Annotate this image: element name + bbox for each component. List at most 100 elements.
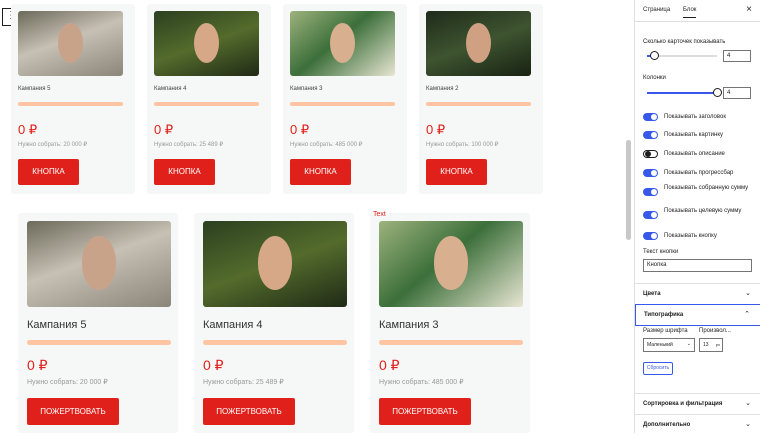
campaign-title: Кампания 3 bbox=[379, 319, 439, 331]
portrait-face bbox=[257, 236, 293, 290]
goal-amount: Нужно собрать: 20 000 ₽ bbox=[18, 142, 88, 148]
chevron-up-icon: ⌃ bbox=[744, 311, 750, 318]
sidebar-tabs: Страница Блок × bbox=[635, 0, 760, 22]
campaign-image bbox=[203, 221, 347, 307]
collected-amount: 0 ₽ bbox=[379, 357, 400, 373]
campaign-title: Кампания 2 bbox=[426, 86, 459, 92]
extra-section-title: Дополнительно bbox=[643, 422, 691, 428]
font-size-custom-input[interactable]: 13 px bbox=[699, 338, 723, 352]
donate-button[interactable]: ПОЖЕРТВОВАТЬ bbox=[27, 398, 119, 425]
campaign-button[interactable]: КНОПКА bbox=[426, 159, 487, 185]
toggle-label: Показывать картинку bbox=[664, 132, 724, 138]
collected-amount: 0 ₽ bbox=[154, 122, 174, 137]
toggle-switch[interactable] bbox=[643, 188, 658, 196]
portrait-face bbox=[329, 22, 356, 63]
goal-amount: Нужно собрать: 485 000 ₽ bbox=[379, 379, 464, 386]
campaign-card: Кампания 3 0 ₽ Нужно собрать: 485 000 ₽ КНО… bbox=[283, 4, 407, 194]
campaign-title: Кампания 4 bbox=[203, 319, 263, 331]
campaign-button[interactable]: КНОПКА bbox=[154, 159, 215, 185]
reset-button[interactable]: Сбросить bbox=[643, 362, 673, 375]
toggle-switch[interactable] bbox=[643, 150, 658, 158]
campaign-image bbox=[18, 11, 123, 76]
canvas-scrollbar[interactable] bbox=[626, 140, 631, 240]
toggle-switch[interactable] bbox=[643, 232, 658, 240]
button-text-input[interactable]: Кнопка bbox=[643, 259, 752, 272]
campaign-image bbox=[379, 221, 523, 307]
collected-amount: 0 ₽ bbox=[27, 357, 48, 373]
columns-label: Колонки bbox=[643, 75, 666, 81]
font-size-select[interactable]: Маленький ⌄ bbox=[643, 338, 695, 352]
close-icon[interactable]: × bbox=[746, 4, 752, 15]
tab-block[interactable]: Блок bbox=[683, 7, 697, 18]
goal-amount: Нужно собрать: 25 489 ₽ bbox=[203, 379, 284, 386]
columns-input[interactable]: 4 bbox=[723, 87, 751, 99]
toggle-switch[interactable] bbox=[643, 169, 658, 177]
campaign-card: Кампания 3 0 ₽ Нужно собрать: 485 000 ₽ ПОЖ… bbox=[370, 213, 530, 433]
portrait-face bbox=[465, 22, 492, 63]
campaign-card: Кампания 4 0 ₽ Нужно собрать: 25 489 ₽ КНОП… bbox=[147, 4, 271, 194]
tab-page[interactable]: Страница bbox=[643, 7, 670, 13]
collected-amount: 0 ₽ bbox=[203, 357, 224, 373]
custom-size-label: Произвол... bbox=[699, 328, 731, 334]
campaign-card: Кампания 2 0 ₽ Нужно собрать: 100 000 ₽ КНО… bbox=[419, 4, 543, 194]
columns-range-fill bbox=[647, 92, 717, 94]
campaign-card: Кампания 5 0 ₽ Нужно собрать: 20 000 ₽ ПОЖЕ… bbox=[18, 213, 178, 433]
campaign-card: Кампания 4 0 ₽ Нужно собрать: 25 489 ₽ ПОЖЕ… bbox=[194, 213, 354, 433]
typography-section-title: Типографика bbox=[644, 312, 684, 318]
toggle-label: Показывать описание bbox=[664, 151, 725, 157]
campaign-button[interactable]: КНОПКА bbox=[18, 159, 79, 185]
progress-bar bbox=[154, 102, 259, 106]
cards-count-input[interactable]: 4 bbox=[723, 50, 751, 62]
campaign-title: Кампания 4 bbox=[154, 86, 187, 92]
progress-bar bbox=[426, 102, 531, 106]
goal-amount: Нужно собрать: 20 000 ₽ bbox=[27, 379, 108, 386]
donate-button[interactable]: ПОЖЕРТВОВАТЬ bbox=[203, 398, 295, 425]
toggle-label: Показывать заголовок bbox=[664, 114, 726, 120]
font-unit: px bbox=[715, 342, 720, 347]
settings-sidebar: Страница Блок × Сколько карточек показыв… bbox=[634, 0, 760, 433]
chevron-down-icon: ⌄ bbox=[745, 290, 751, 297]
goal-amount: Нужно собрать: 485 000 ₽ bbox=[290, 142, 363, 148]
columns-range-thumb[interactable] bbox=[713, 88, 722, 97]
campaign-image bbox=[27, 221, 171, 307]
progress-bar bbox=[203, 340, 347, 345]
campaign-image bbox=[290, 11, 395, 76]
portrait-face bbox=[193, 22, 220, 63]
campaign-button[interactable]: КНОПКА bbox=[290, 159, 351, 185]
goal-amount: Нужно собрать: 25 489 ₽ bbox=[154, 142, 224, 148]
font-size-label: Размер шрифта bbox=[643, 328, 688, 334]
toggle-switch[interactable] bbox=[643, 211, 658, 219]
toggle-label: Показывать кнопку bbox=[664, 233, 717, 239]
colors-section-title: Цвета bbox=[643, 291, 661, 297]
campaign-title: Кампания 5 bbox=[18, 86, 51, 92]
chevron-down-icon: ⌄ bbox=[745, 421, 751, 428]
campaign-card: Кампания 5 0 ₽ Нужно собрать: 20 000 ₽ КНОП… bbox=[11, 4, 135, 194]
sort-section[interactable]: Сортировка и фильтрация ⌄ bbox=[635, 393, 760, 415]
font-size-select-value: Маленький bbox=[647, 342, 673, 348]
campaign-image bbox=[426, 11, 531, 76]
toggle-label: Показывать собранную сумму bbox=[664, 185, 749, 191]
collected-amount: 0 ₽ bbox=[18, 122, 38, 137]
toggle-label: Показывать целевую сумму bbox=[664, 208, 742, 214]
portrait-face bbox=[433, 236, 469, 290]
font-size-custom-value: 13 bbox=[703, 342, 709, 348]
chevron-down-icon: ⌄ bbox=[745, 400, 751, 407]
toggle-label: Показывать прогрессбар bbox=[664, 170, 734, 176]
cards-count-label: Сколько карточек показывать bbox=[643, 39, 726, 45]
donate-button[interactable]: ПОЖЕРТВОВАТЬ bbox=[379, 398, 471, 425]
goal-amount: Нужно собрать: 100 000 ₽ bbox=[426, 142, 499, 148]
portrait-face bbox=[81, 236, 117, 290]
toggle-switch[interactable] bbox=[643, 113, 658, 121]
button-text-label: Текст кнопки bbox=[643, 249, 679, 255]
progress-bar bbox=[27, 340, 171, 345]
typography-section[interactable]: Типографика ⌃ bbox=[635, 304, 760, 326]
text-label: Text bbox=[373, 211, 386, 218]
toggle-switch[interactable] bbox=[643, 131, 658, 139]
colors-section[interactable]: Цвета ⌄ bbox=[635, 283, 760, 305]
cards-range-thumb[interactable] bbox=[650, 51, 659, 60]
campaign-image bbox=[154, 11, 259, 76]
sort-section-title: Сортировка и фильтрация bbox=[643, 401, 723, 407]
portrait-face bbox=[57, 22, 84, 63]
campaign-title: Кампания 3 bbox=[290, 86, 323, 92]
chevron-down-icon: ⌄ bbox=[686, 341, 691, 347]
